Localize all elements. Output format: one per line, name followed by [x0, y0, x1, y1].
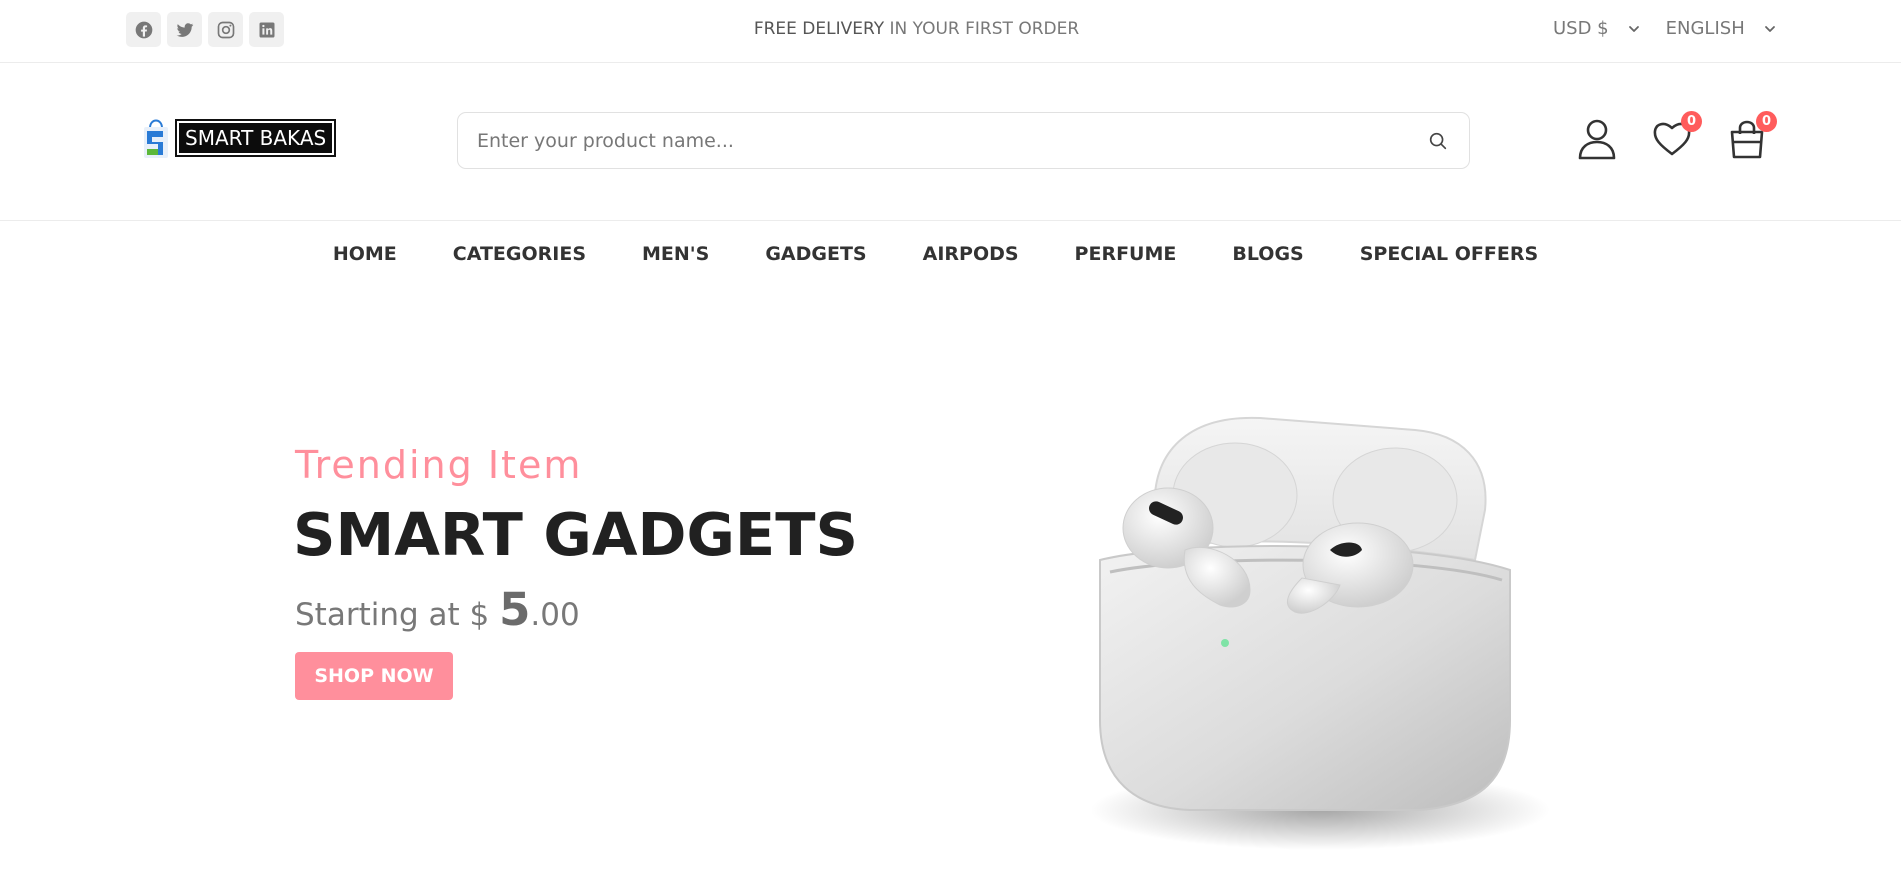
nav-item-airpods[interactable]: AIRPODS — [923, 243, 1019, 265]
language-value: ENGLISH — [1665, 18, 1745, 39]
nav-item-special-offers[interactable]: SPECIAL OFFERS — [1360, 243, 1538, 265]
wishlist-button[interactable]: 0 — [1652, 111, 1702, 161]
currency-value: USD $ — [1553, 18, 1609, 39]
locale-selectors: USD $ ENGLISH — [1553, 18, 1777, 39]
cart-count-badge: 0 — [1756, 111, 1777, 132]
logo-text: SMART BAKAS — [179, 123, 333, 153]
promo-text: IN YOUR FIRST ORDER — [884, 19, 1080, 39]
nav-item-home[interactable]: HOME — [333, 243, 397, 265]
chevron-down-icon — [1628, 25, 1639, 32]
airpods-case-image — [1090, 416, 1550, 850]
nav-item-blogs[interactable]: BLOGS — [1232, 243, 1303, 265]
main-header: SMART BAKAS 0 0 — [0, 64, 1901, 221]
user-icon — [1578, 119, 1616, 160]
main-nav: HOME CATEGORIES MEN'S GADGETS AIRPODS PE… — [0, 243, 1901, 265]
promo-highlight: FREE DELIVERY — [753, 19, 885, 39]
logo-wordmark: SMART BAKAS — [175, 119, 337, 157]
language-select[interactable]: ENGLISH — [1666, 18, 1777, 39]
price-prefix: Starting at $ — [295, 597, 500, 633]
nav-item-categories[interactable]: CATEGORIES — [453, 243, 586, 265]
site-logo[interactable]: SMART BAKAS — [139, 116, 337, 160]
hero-price: Starting at $ 5.00 — [295, 583, 580, 636]
price-whole: 5 — [499, 583, 531, 636]
chevron-down-icon — [1764, 25, 1775, 32]
account-button[interactable] — [1577, 116, 1617, 161]
top-bar: FREE DELIVERY IN YOUR FIRST ORDER USD $ … — [0, 0, 1901, 63]
cart-button[interactable]: 0 — [1727, 111, 1777, 161]
wishlist-count-badge: 0 — [1681, 111, 1702, 132]
shop-now-button[interactable]: SHOP NOW — [295, 652, 453, 700]
search-bar — [457, 112, 1470, 169]
nav-item-mens[interactable]: MEN'S — [642, 243, 709, 265]
search-icon[interactable] — [1427, 130, 1449, 152]
hero-title: SMART GADGETS — [293, 500, 858, 569]
currency-select[interactable]: USD $ — [1553, 18, 1641, 39]
header-actions: 0 0 — [1577, 111, 1777, 161]
nav-item-gadgets[interactable]: GADGETS — [765, 243, 866, 265]
price-cents: .00 — [530, 597, 580, 633]
nav-item-perfume[interactable]: PERFUME — [1075, 243, 1177, 265]
shopping-bag-logo-icon — [144, 119, 168, 158]
search-input[interactable] — [458, 113, 1427, 168]
hero-subtitle: Trending Item — [295, 443, 583, 487]
